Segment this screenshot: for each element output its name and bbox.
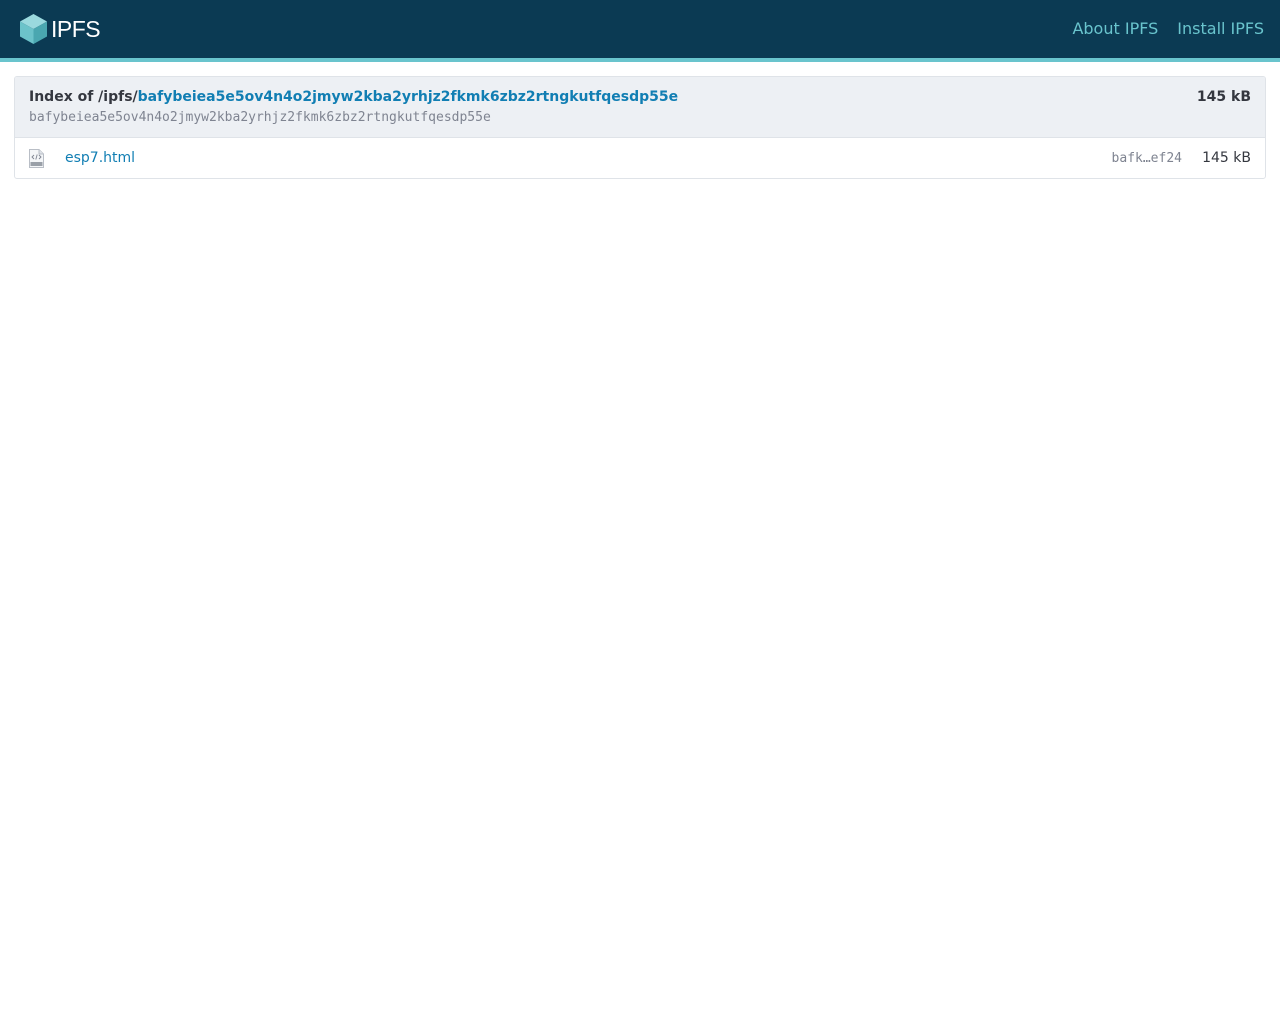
index-title: Index of /ipfs/bafybeiea5e5ov4n4o2jmyw2k… — [29, 89, 678, 106]
ipfs-cube-icon — [19, 13, 48, 45]
ipfs-logo[interactable]: IPFS — [19, 13, 101, 45]
file-name-link[interactable]: esp7.html — [65, 150, 135, 167]
file-cid-link[interactable]: bafk…ef24 — [1112, 150, 1182, 167]
total-size: 145 kB — [1196, 89, 1251, 105]
top-bar: IPFS About IPFS Install IPFS — [0, 0, 1280, 62]
listing-header: Index of /ipfs/bafybeiea5e5ov4n4o2jmyw2k… — [15, 77, 1265, 138]
header-nav: About IPFS Install IPFS — [1072, 19, 1264, 39]
install-ipfs-link[interactable]: Install IPFS — [1177, 19, 1264, 39]
index-prefix: Index of /ipfs/ — [29, 89, 138, 105]
html-file-icon — [29, 149, 44, 172]
table-row: esp7.html bafk…ef24 145 kB — [15, 138, 1265, 178]
logo-text: IPFS — [51, 16, 101, 42]
directory-listing: Index of /ipfs/bafybeiea5e5ov4n4o2jmyw2k… — [14, 76, 1266, 179]
file-size: 145 kB — [1202, 150, 1251, 166]
root-cid-text: bafybeiea5e5ov4n4o2jmyw2kba2yrhjz2fkmk6z… — [29, 110, 491, 125]
root-cid-link[interactable]: bafybeiea5e5ov4n4o2jmyw2kba2yrhjz2fkmk6z… — [138, 89, 678, 105]
about-ipfs-link[interactable]: About IPFS — [1072, 19, 1158, 39]
